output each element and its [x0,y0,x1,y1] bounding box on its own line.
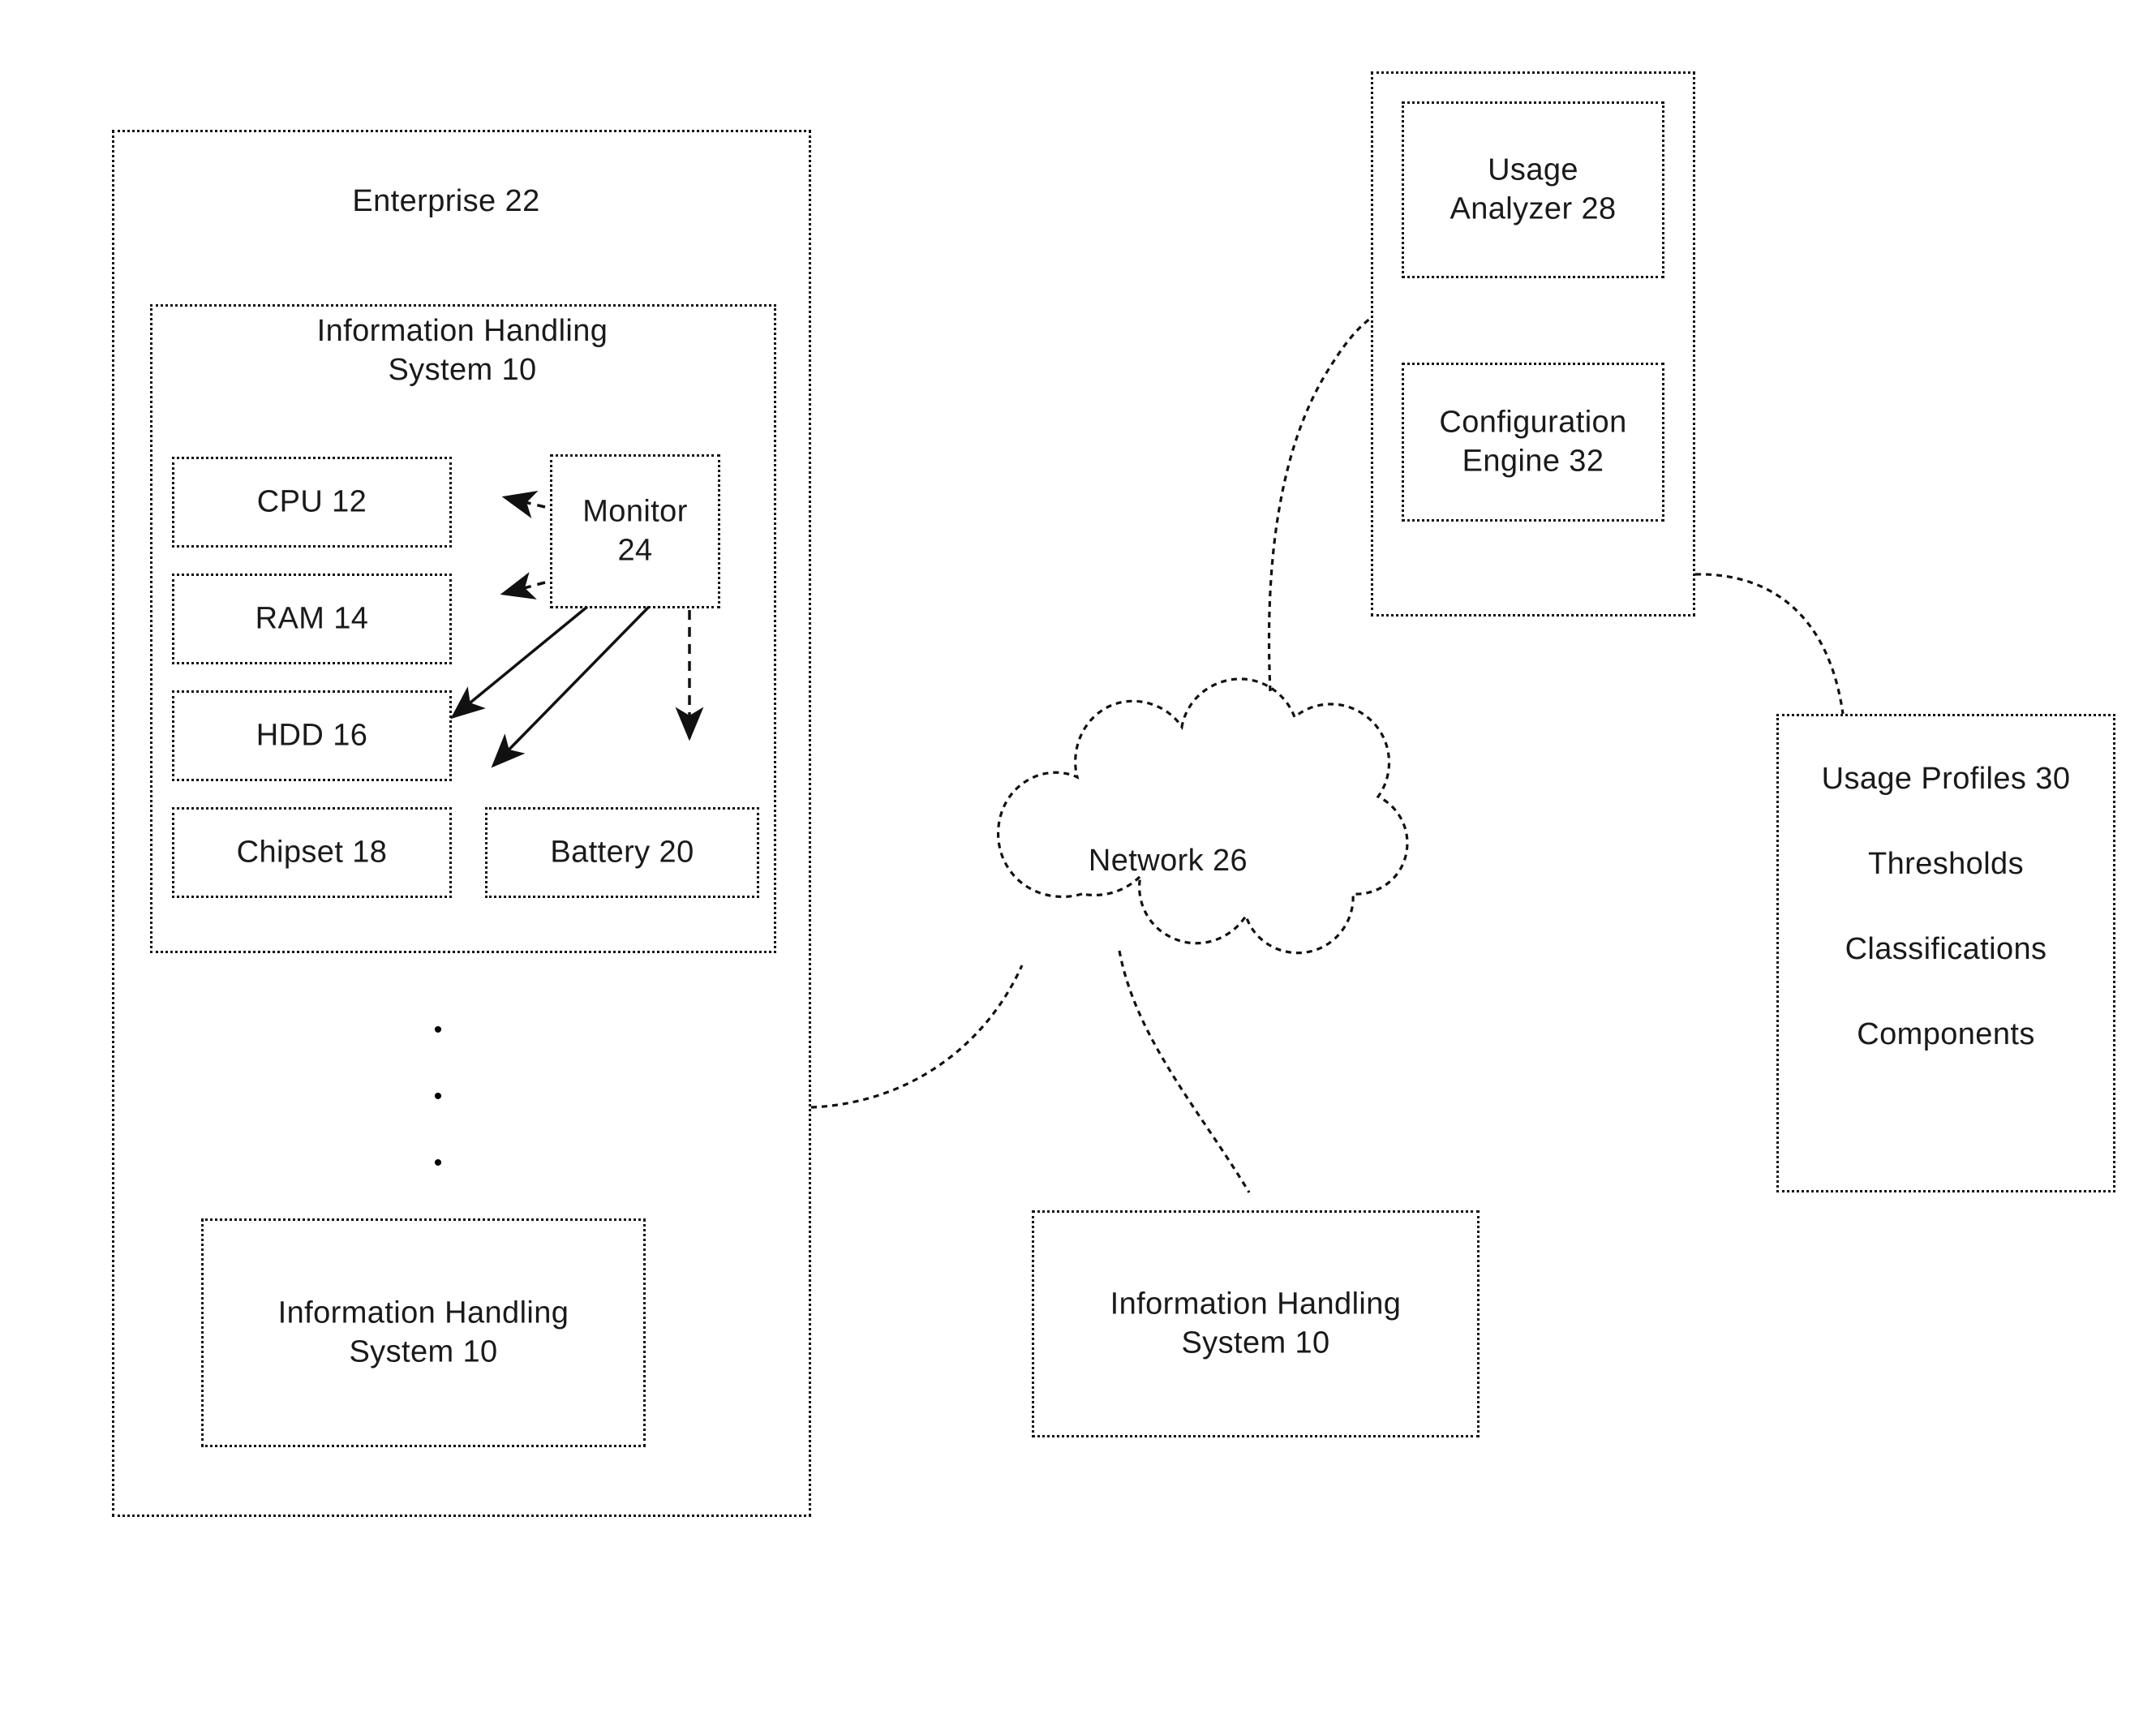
figure-canvas: Enterprise 22 Information Handling Syste… [0,0,2156,1723]
usage-analyzer-box[interactable]: Usage Analyzer 28 [1402,101,1664,278]
chipset-label: Chipset 18 [236,835,388,870]
ram-box[interactable]: RAM 14 [172,574,452,664]
network-label: Network 26 [1088,844,1248,878]
configuration-engine-label: Configuration Engine 32 [1439,405,1627,479]
connector-enterprise-to-network [810,965,1024,1109]
ellipsis-dot: • [433,1083,443,1110]
ellipsis-dot: • [433,1016,443,1043]
network-cloud-shape [996,677,1409,955]
ram-label: RAM 14 [255,601,369,636]
battery-label: Battery 20 [550,835,694,870]
information-handling-system-enterprise-bottom-box[interactable]: Information Handling System 10 [201,1218,646,1447]
enterprise-ellipsis: • • • [389,1018,487,1218]
usage-profiles-item-components: Components [1857,1017,2035,1051]
usage-analyzer-label: Usage Analyzer 28 [1450,153,1617,226]
hdd-box[interactable]: HDD 16 [172,690,452,781]
monitor-label: Monitor 24 [582,494,688,568]
monitor-box[interactable]: Monitor 24 [550,454,720,608]
configuration-engine-box[interactable]: Configuration Engine 32 [1402,363,1664,522]
ellipsis-dot: • [433,1149,443,1176]
chipset-box[interactable]: Chipset 18 [172,807,452,898]
connector-network-to-analyzer [1267,316,1372,692]
enterprise-label: Enterprise 22 [352,184,540,218]
information-handling-system-enterprise-bottom-label: Information Handling System 10 [277,1295,569,1369]
information-handling-system-main-label: Information Handling System 10 [316,314,608,387]
usage-profiles-item-classifications: Classifications [1845,932,2047,966]
information-handling-system-remote-label: Information Handling System 10 [1110,1287,1402,1360]
hdd-label: HDD 16 [256,718,368,753]
information-handling-system-remote-box[interactable]: Information Handling System 10 [1032,1210,1480,1437]
usage-profiles-box[interactable]: Usage Profiles 30 Thresholds Classificat… [1776,714,2115,1192]
cpu-label: CPU 12 [256,484,367,519]
usage-profiles-content: Usage Profiles 30 Thresholds Classificat… [1779,762,2113,1052]
cpu-box[interactable]: CPU 12 [172,457,452,548]
connector-network-to-remote-ihs [1118,950,1251,1193]
battery-box[interactable]: Battery 20 [485,807,759,898]
usage-profiles-title: Usage Profiles 30 [1821,762,2071,796]
usage-profiles-item-thresholds: Thresholds [1868,847,2024,881]
connector-analyzer-to-usage-profiles [1694,573,1845,715]
